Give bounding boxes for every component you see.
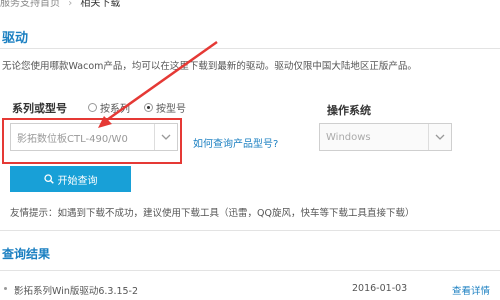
download-tip: 友情提示：如遇到下载不成功，建议使用下载工具（迅雷，QQ旋风，快车等下载工具直接…	[10, 208, 415, 219]
results-header-divider	[0, 270, 500, 271]
os-label: 操作系统	[327, 104, 371, 117]
results-title: 查询结果	[2, 247, 51, 261]
view-details-link[interactable]: 查看详情	[452, 283, 490, 297]
result-date: 2016-01-03	[352, 283, 408, 294]
os-select-value: Windows	[326, 131, 371, 143]
result-name-link[interactable]: 影拓系列Win版驱动6.3.15-2	[14, 283, 138, 297]
search-button[interactable]: 开始查询	[10, 166, 131, 192]
table-row: 影拓系列Win版驱动6.3.15-2 2016-01-03 查看详情	[0, 278, 500, 300]
bullet-icon	[4, 287, 7, 290]
search-button-label: 开始查询	[57, 175, 98, 187]
search-icon	[43, 174, 54, 184]
os-select[interactable]: Windows	[319, 123, 452, 151]
chevron-down-icon[interactable]	[428, 124, 451, 150]
results-divider	[0, 230, 500, 231]
